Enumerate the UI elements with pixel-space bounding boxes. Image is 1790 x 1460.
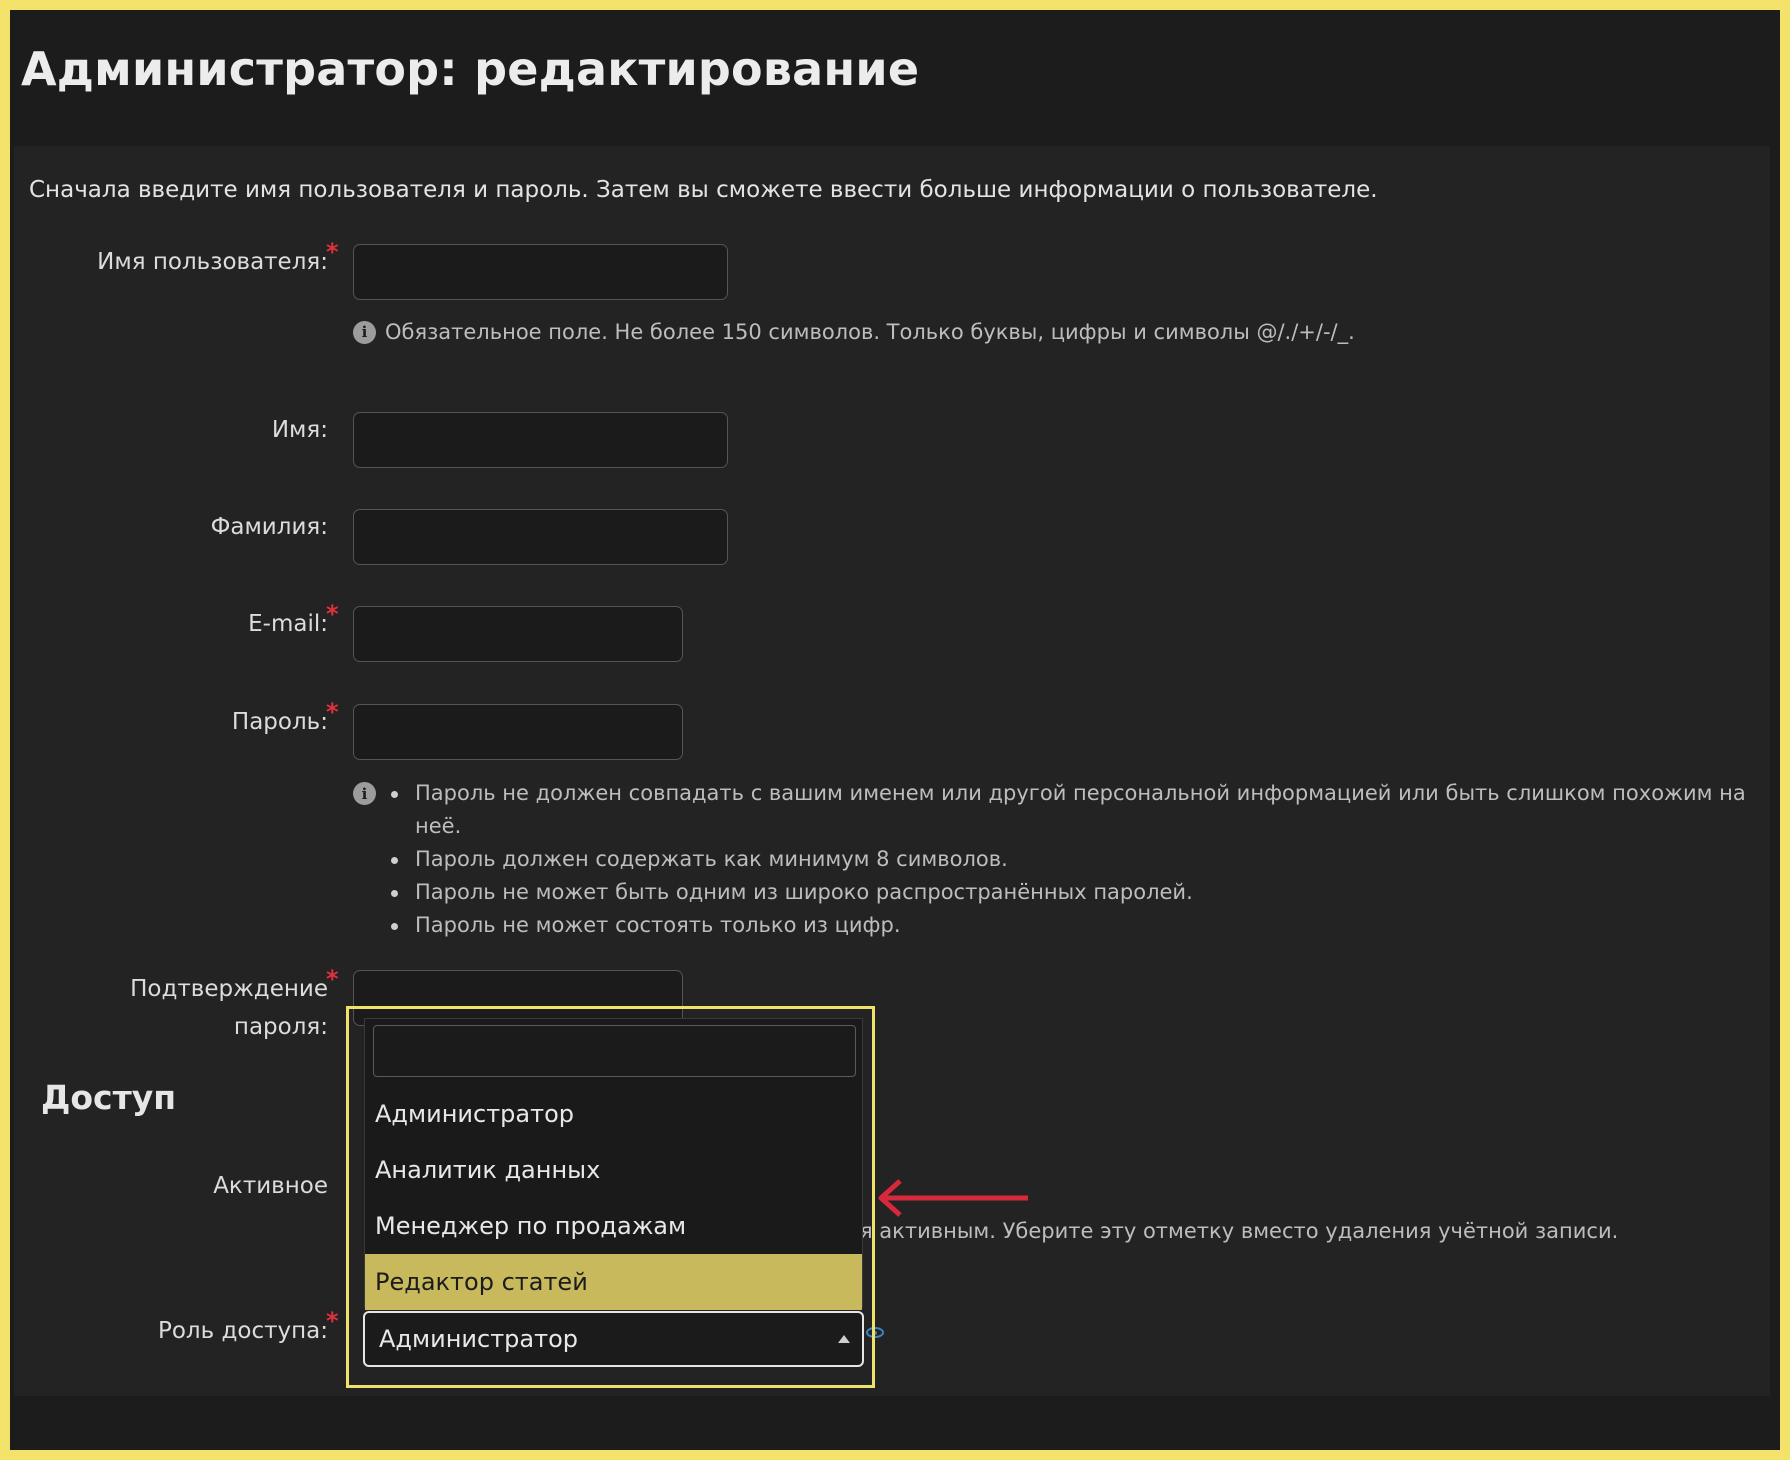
password-input[interactable] [353, 704, 683, 760]
intro-text: Сначала введите имя пользователя и парол… [29, 177, 1378, 203]
info-icon: i [353, 782, 376, 805]
info-icon: i [353, 320, 376, 344]
role-label: Роль доступа: [157, 1318, 328, 1344]
first-name-input[interactable] [353, 412, 728, 468]
last-name-input[interactable] [353, 509, 728, 565]
password-help-item: Пароль не может быть одним из широко рас… [391, 876, 1790, 909]
first-name-label: Имя: [271, 417, 328, 443]
active-label: Активное [213, 1173, 328, 1199]
password-help-item: Пароль не может состоять только из цифр. [391, 909, 1790, 942]
username-input[interactable] [353, 244, 728, 300]
username-label: Имя пользователя: [97, 249, 328, 275]
password-required-mark: * [326, 698, 339, 726]
last-name-label: Фамилия: [210, 514, 328, 540]
password-help-item: Пароль не должен совпадать с вашим имене… [391, 777, 1790, 843]
access-section-title: Доступ [41, 1078, 177, 1117]
username-required-mark: * [326, 238, 339, 266]
email-label: E-mail: [248, 611, 328, 637]
password-confirm-required-mark: * [326, 965, 339, 993]
email-required-mark: * [326, 600, 339, 628]
page-title: Администратор: редактирование [21, 42, 920, 96]
username-help-text: Обязательное поле. Не более 150 символов… [385, 320, 1355, 344]
role-required-mark: * [326, 1307, 339, 1335]
password-confirm-label-line: Подтверждение [130, 976, 328, 1002]
password-label: Пароль: [231, 709, 328, 735]
username-help: i Обязательное поле. Не более 150 символ… [353, 320, 1355, 344]
password-confirm-label: Подтверждение пароля: [130, 970, 328, 1046]
dropdown-annotation-frame [346, 1006, 875, 1388]
password-confirm-label-line: пароля: [233, 1014, 328, 1040]
annotation-arrow-icon [878, 1179, 1028, 1217]
email-input[interactable] [353, 606, 683, 662]
password-help-item: Пароль должен содержать как минимум 8 си… [391, 843, 1790, 876]
active-help-text: я активным. Уберите эту отметку вместо у… [860, 1219, 1619, 1243]
password-help: i Пароль не должен совпадать с вашим име… [353, 777, 1790, 942]
